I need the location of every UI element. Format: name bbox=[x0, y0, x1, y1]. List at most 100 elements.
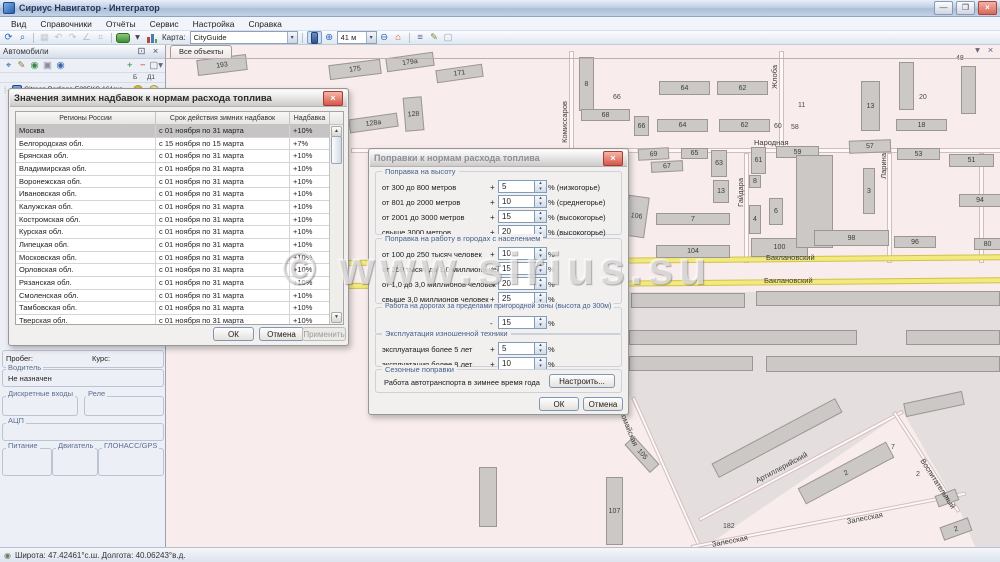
track-marker-icon[interactable] bbox=[307, 31, 322, 44]
menu-item-0[interactable]: Вид bbox=[4, 19, 33, 29]
map-building bbox=[631, 293, 745, 308]
measure-icon[interactable]: ∠ bbox=[80, 32, 93, 44]
table-row[interactable]: Тамбовская обл.с 01 ноября по 31 марта+1… bbox=[16, 302, 330, 315]
spinner-buttons[interactable]: ▴▾ bbox=[535, 210, 547, 223]
menu-item-2[interactable]: Отчёты bbox=[99, 19, 143, 29]
spinner-down-icon[interactable]: ▾ bbox=[535, 323, 546, 329]
combo-dropdown-icon[interactable]: ▾ bbox=[287, 32, 297, 43]
table-row[interactable]: Липецкая обл.с 01 ноября по 31 марта+10% bbox=[16, 239, 330, 252]
table-row[interactable]: Воронежская обл.с 01 ноября по 31 марта+… bbox=[16, 176, 330, 189]
map-scale-combo[interactable]: 41 м▾ bbox=[337, 31, 377, 44]
zoom-out-icon[interactable]: ⊖ bbox=[378, 32, 391, 44]
table-row[interactable]: Ивановская обл.с 01 ноября по 31 марта+1… bbox=[16, 188, 330, 201]
add-vehicle-icon[interactable]: + bbox=[123, 60, 136, 72]
building-number: 6 bbox=[774, 208, 778, 215]
spinner[interactable]: 10▴▾ bbox=[498, 247, 547, 260]
close-icon[interactable]: × bbox=[603, 151, 623, 166]
cancel-button[interactable]: Отмена bbox=[259, 327, 304, 341]
pin-icon[interactable]: ⊡ bbox=[135, 46, 148, 58]
spinner-buttons[interactable]: ▴▾ bbox=[535, 247, 547, 260]
spinner-down-icon[interactable]: ▾ bbox=[535, 187, 546, 193]
table-row[interactable]: Москвас 01 ноября по 31 марта+10% bbox=[16, 125, 330, 138]
spinner-down-icon[interactable]: ▾ bbox=[535, 254, 546, 260]
redo-icon[interactable]: ↷ bbox=[66, 32, 79, 44]
close-button[interactable]: × bbox=[978, 1, 997, 15]
photo-icon[interactable]: ▣ bbox=[41, 60, 54, 72]
spinner-buttons[interactable]: ▴▾ bbox=[535, 195, 547, 208]
table-row[interactable]: Орловская обл.с 01 ноября по 31 марта+10… bbox=[16, 264, 330, 277]
find-vehicle-icon[interactable]: ⌖ bbox=[2, 60, 15, 72]
zoom-in-icon[interactable]: ⊕ bbox=[323, 32, 336, 44]
minimize-button[interactable]: — bbox=[934, 1, 953, 15]
remove-vehicle-icon[interactable]: − bbox=[136, 60, 149, 72]
menu-item-5[interactable]: Справка bbox=[242, 19, 289, 29]
undo-icon[interactable]: ↶ bbox=[52, 32, 65, 44]
spinner-buttons[interactable]: ▴▾ bbox=[535, 277, 547, 290]
vehicle-icon[interactable] bbox=[116, 32, 130, 44]
spinner-down-icon[interactable]: ▾ bbox=[535, 202, 546, 208]
table-row[interactable]: Владимирская обл.с 01 ноября по 31 марта… bbox=[16, 163, 330, 176]
vehicle-dropdown-icon[interactable]: ▾ bbox=[131, 32, 144, 44]
table-row[interactable]: Смоленская обл.с 01 ноября по 31 марта+1… bbox=[16, 290, 330, 303]
scroll-down-icon[interactable]: ▼ bbox=[331, 312, 342, 323]
table-row[interactable]: Московская обл.с 01 ноября по 31 марта+1… bbox=[16, 252, 330, 265]
column-period[interactable]: Срок действия зимних надбавок bbox=[156, 112, 290, 125]
spinner-buttons[interactable]: ▴▾ bbox=[535, 316, 547, 329]
table-row[interactable]: Костромская обл.с 01 ноября по 31 марта+… bbox=[16, 214, 330, 227]
combo-dropdown-icon[interactable]: ▾ bbox=[366, 32, 376, 43]
spinner[interactable]: 15▴▾ bbox=[498, 262, 547, 275]
spinner[interactable]: 20▴▾ bbox=[498, 277, 547, 290]
default-view-icon[interactable]: ⌂ bbox=[392, 32, 405, 44]
close-icon[interactable]: × bbox=[323, 91, 343, 106]
spinner-buttons[interactable]: ▴▾ bbox=[535, 262, 547, 275]
spinner[interactable]: 15▴▾ bbox=[498, 316, 547, 329]
menu-item-1[interactable]: Справочники bbox=[33, 19, 99, 29]
table-row[interactable]: Белгородская обл.с 15 ноября по 15 марта… bbox=[16, 138, 330, 151]
select-region-icon[interactable]: ▦ bbox=[38, 32, 51, 44]
table-scrollbar[interactable]: ▲ ▼ bbox=[329, 125, 343, 324]
refresh-icon[interactable]: ⟳ bbox=[2, 32, 15, 44]
table-row[interactable]: Калужская обл.с 01 ноября по 31 марта+10… bbox=[16, 201, 330, 214]
column-allowance[interactable]: Надбавка bbox=[290, 112, 330, 125]
view-mode-icon[interactable]: ▢▾ bbox=[149, 60, 163, 72]
grid-icon[interactable]: ⌗ bbox=[94, 32, 107, 44]
spinner-down-icon[interactable]: ▾ bbox=[535, 269, 546, 275]
ok-button[interactable]: ОК bbox=[213, 327, 254, 341]
column-regions[interactable]: Регионы России bbox=[16, 112, 156, 125]
spinner[interactable]: 5▴▾ bbox=[498, 180, 547, 193]
tab-scroll-icon[interactable]: ▾ bbox=[971, 45, 984, 57]
dialog-title-bar[interactable]: Значения зимних надбавок к нормам расход… bbox=[10, 90, 347, 107]
dialog-title-bar[interactable]: Поправки к нормам расхода топлива × bbox=[370, 150, 627, 167]
web-icon[interactable]: ◉ bbox=[54, 60, 67, 72]
restore-button[interactable]: ❐ bbox=[956, 1, 975, 15]
overlay-checkbox-icon[interactable]: ▢ bbox=[442, 32, 455, 44]
table-row[interactable]: Брянская обл.с 01 ноября по 31 марта+10% bbox=[16, 150, 330, 163]
spinner-down-icon[interactable]: ▾ bbox=[535, 217, 546, 223]
cancel-button[interactable]: Отмена bbox=[583, 397, 623, 411]
table-row[interactable]: Рязанская обл.с 01 ноября по 31 марта+10… bbox=[16, 277, 330, 290]
legend-icon[interactable]: ≡ bbox=[414, 32, 427, 44]
menu-item-4[interactable]: Настройка bbox=[186, 19, 242, 29]
edit-vehicle-icon[interactable]: ✎ bbox=[15, 60, 28, 72]
spinner-down-icon[interactable]: ▾ bbox=[535, 284, 546, 290]
table-row[interactable]: Курская обл.с 01 ноября по 31 марта+10% bbox=[16, 226, 330, 239]
chart-icon[interactable] bbox=[145, 32, 158, 44]
spinner-buttons[interactable]: ▴▾ bbox=[535, 180, 547, 193]
panel-close-icon[interactable]: × bbox=[149, 46, 162, 58]
ok-button[interactable]: ОК bbox=[539, 397, 579, 411]
tab-all-objects[interactable]: Все объекты bbox=[170, 45, 232, 58]
configure-button[interactable]: Настроить... bbox=[549, 374, 615, 388]
table-row[interactable]: Тверская обл.с 01 ноября по 31 марта+10% bbox=[16, 315, 330, 324]
spinner[interactable]: 10▴▾ bbox=[498, 195, 547, 208]
spinner[interactable]: 5▴▾ bbox=[498, 342, 547, 355]
globe-icon[interactable]: ◉ bbox=[28, 60, 41, 72]
search-icon[interactable]: ⌕ bbox=[16, 32, 29, 44]
spinner-buttons[interactable]: ▴▾ bbox=[535, 342, 547, 355]
spinner-down-icon[interactable]: ▾ bbox=[535, 349, 546, 355]
map-source-combo[interactable]: CityGuide▾ bbox=[190, 31, 298, 44]
notes-icon[interactable]: ✎ bbox=[428, 32, 441, 44]
spinner[interactable]: 15▴▾ bbox=[498, 210, 547, 223]
tab-close-icon[interactable]: × bbox=[984, 45, 997, 57]
scroll-thumb[interactable] bbox=[331, 136, 342, 164]
menu-item-3[interactable]: Сервис bbox=[143, 19, 186, 29]
